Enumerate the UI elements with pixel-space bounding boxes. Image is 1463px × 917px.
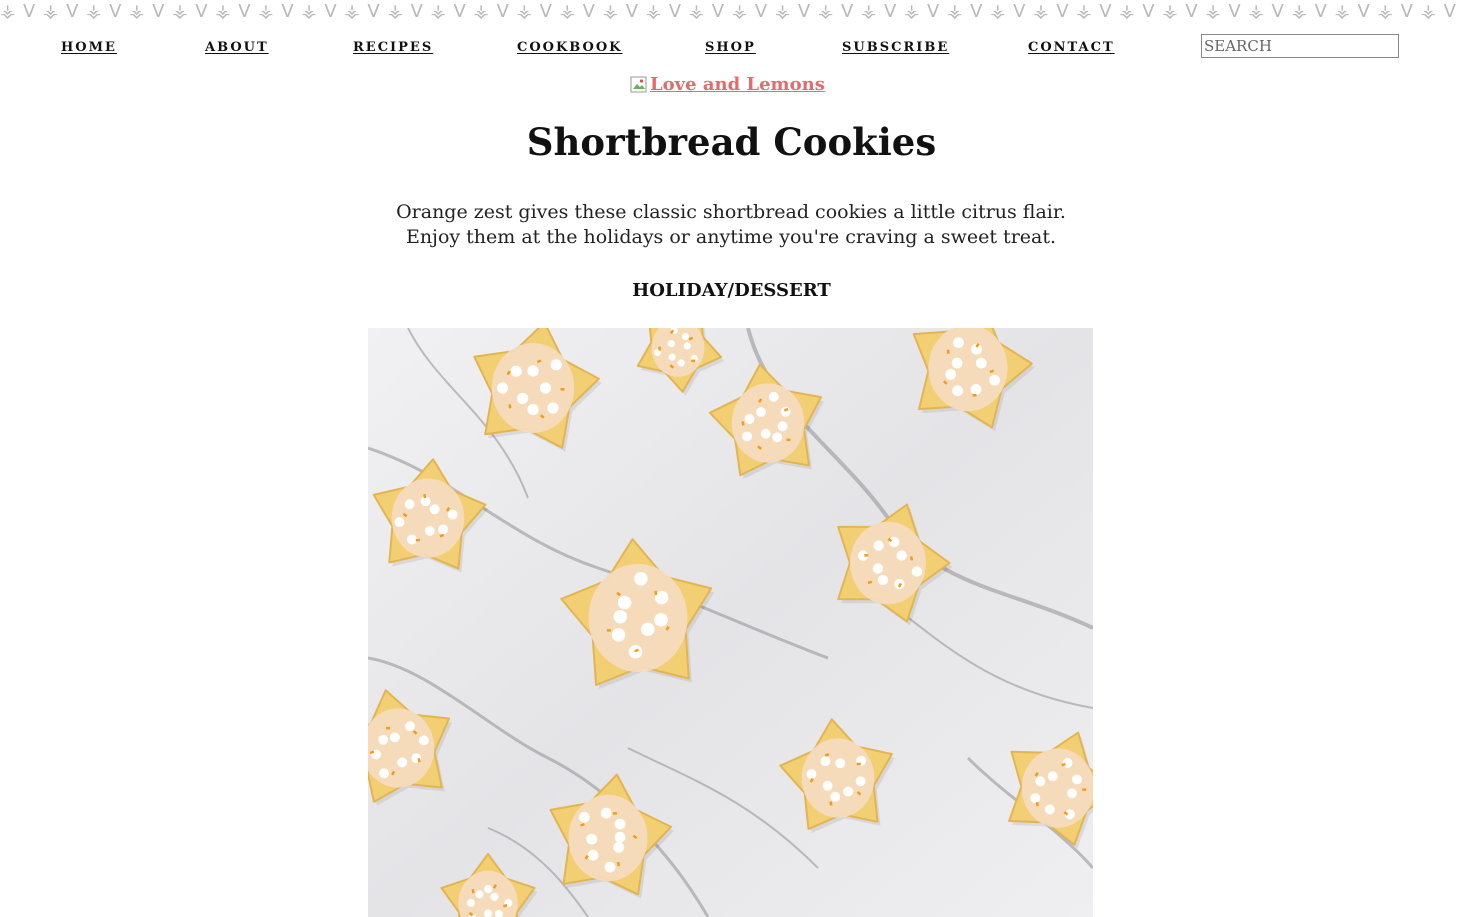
search-input[interactable]	[1201, 34, 1399, 58]
site-logo[interactable]: Love and Lemons	[630, 74, 825, 95]
nav-shop[interactable]: SHOP	[705, 40, 756, 55]
nav-cookbook[interactable]: COOKBOOK	[517, 40, 622, 55]
decorative-pattern-strip: ⚶ V ⚶ V ⚶ V ⚶ V ⚶ V ⚶ V ⚶ V ⚶ V ⚶ V ⚶ V …	[0, 1, 1463, 22]
nav-contact[interactable]: CONTACT	[1028, 40, 1115, 55]
recipe-description: Orange zest gives these classic shortbre…	[331, 200, 1131, 250]
broken-image-icon	[630, 76, 648, 94]
category-label: HOLIDAY/DESSERT	[632, 280, 831, 301]
description-line-2: Enjoy them at the holidays or anytime yo…	[405, 226, 1057, 248]
page-title: Shortbread Cookies	[526, 120, 937, 164]
cookie-photo	[368, 328, 1093, 917]
description-line-1: Orange zest gives these classic shortbre…	[396, 201, 1066, 223]
nav-recipes[interactable]: RECIPES	[353, 40, 433, 55]
logo-link[interactable]: Love and Lemons	[650, 74, 825, 95]
nav-home[interactable]: HOME	[61, 40, 117, 55]
nav-about[interactable]: ABOUT	[205, 40, 269, 55]
hero-image	[368, 328, 1093, 917]
nav-subscribe[interactable]: SUBSCRIBE	[842, 40, 949, 55]
